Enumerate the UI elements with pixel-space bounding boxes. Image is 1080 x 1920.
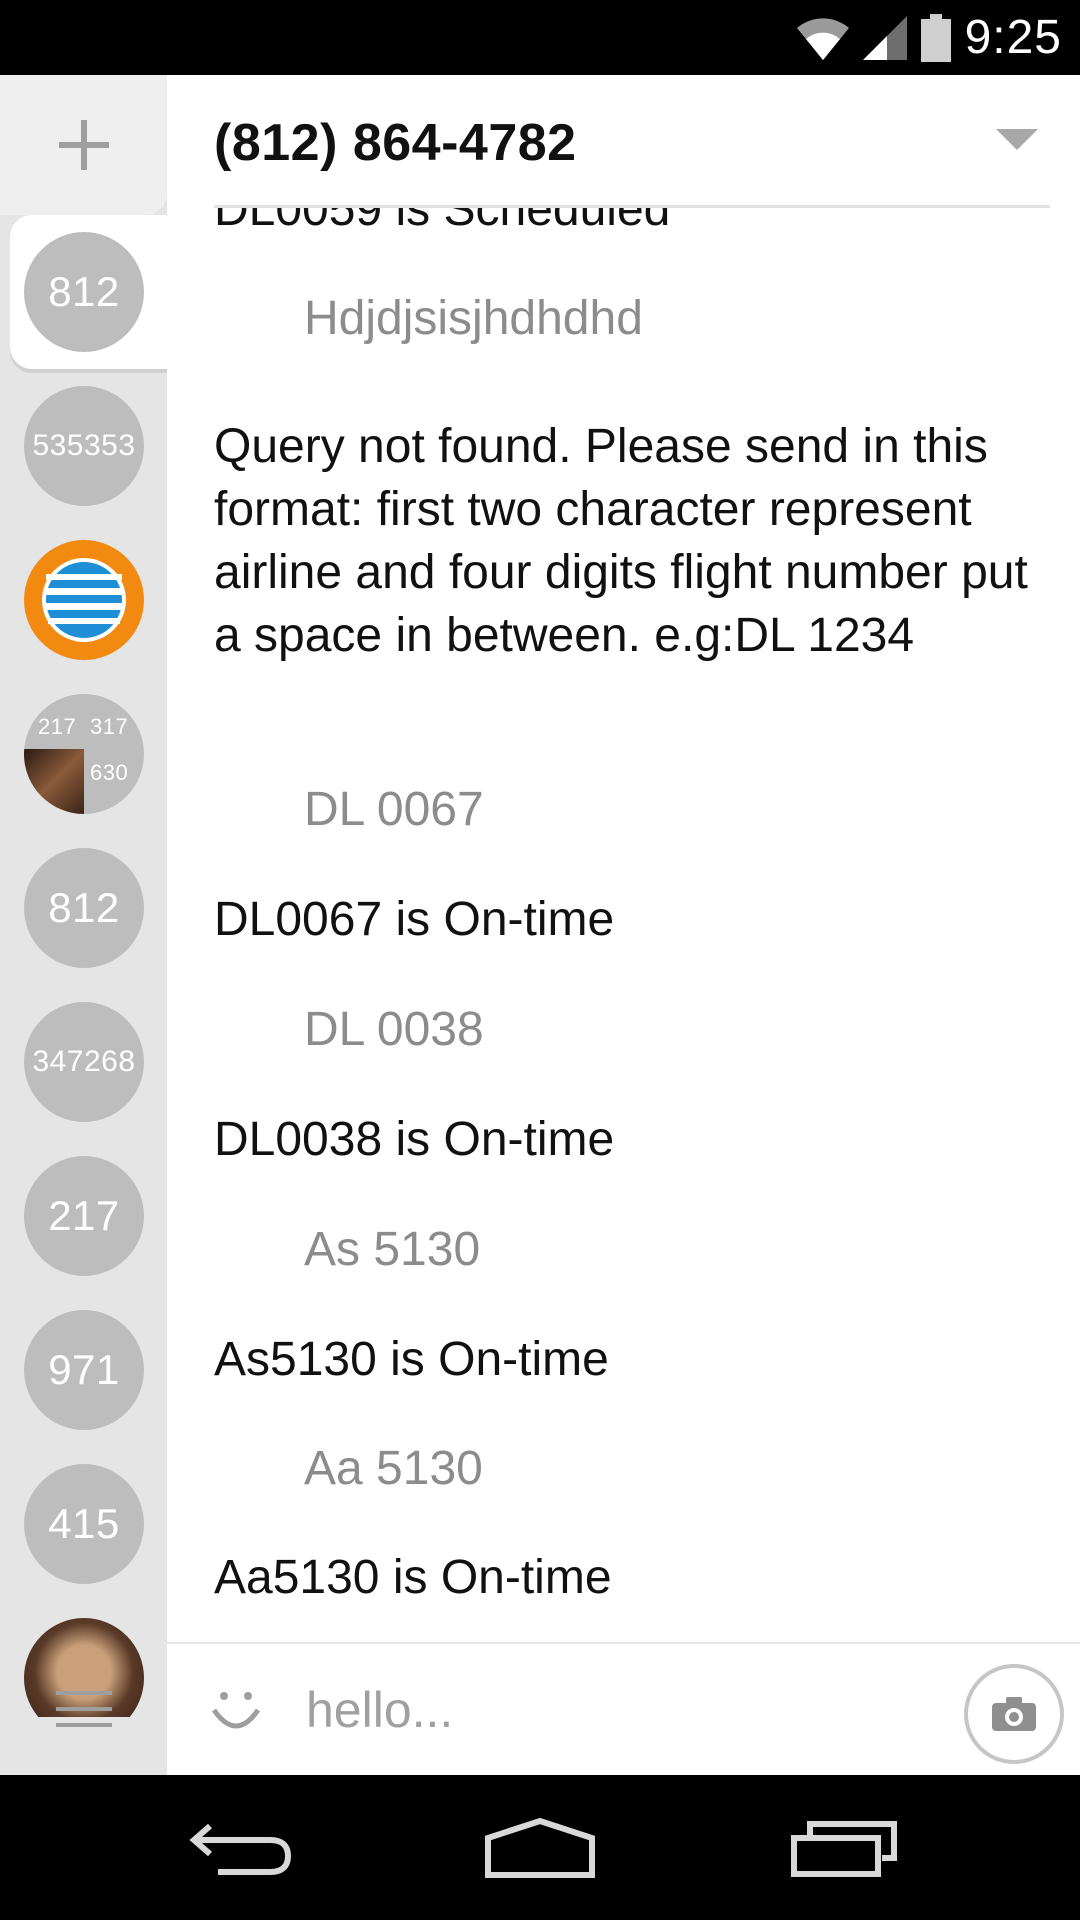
emoji-button[interactable] <box>209 1686 263 1741</box>
navigation-bar <box>0 1775 1080 1920</box>
message-list: DL0059 is Scheduled Hdjdjsisjhdhdhd Quer… <box>167 208 1080 1642</box>
avatar: 217 <box>24 1156 144 1276</box>
message-incoming: As5130 is On-time <box>214 1333 609 1386</box>
group-member-label: 317 <box>90 714 129 739</box>
home-button[interactable] <box>470 1805 610 1890</box>
message-outgoing: DL 0067 <box>304 783 484 836</box>
avatar: 535353 <box>24 386 144 506</box>
group-avatar: 217 317 630 <box>24 694 144 814</box>
avatar: 415 <box>24 1464 144 1584</box>
recents-button[interactable] <box>775 1805 915 1890</box>
att-globe-icon <box>42 558 126 642</box>
camera-icon <box>992 1697 1036 1731</box>
triangle-down-icon[interactable] <box>996 129 1038 150</box>
avatar: 347268 <box>24 1002 144 1122</box>
conversation-item[interactable]: 971 <box>10 1293 167 1447</box>
conversation-item[interactable]: 347268 <box>10 985 167 1139</box>
photo-thumbnail <box>24 749 84 814</box>
conversation-list: 812 535353 217 317 630 812 347268 217 97… <box>0 215 167 1717</box>
status-time: 9:25 <box>964 11 1062 64</box>
status-icons: 9:25 <box>796 0 1062 75</box>
group-member-label: 630 <box>90 760 129 785</box>
message-incoming: DL0059 is Scheduled <box>214 208 671 236</box>
new-conversation-button[interactable] <box>0 75 167 215</box>
wifi-icon <box>796 17 849 60</box>
message-incoming: Aa5130 is On-time <box>214 1551 612 1604</box>
message-outgoing: As 5130 <box>304 1223 481 1276</box>
conversation-item[interactable] <box>10 523 167 677</box>
camera-button[interactable] <box>964 1664 1064 1764</box>
conversation-item[interactable]: 812 <box>10 215 167 369</box>
home-icon <box>485 1817 595 1878</box>
hamburger-icon <box>55 1690 112 1727</box>
conversation-title: (812) 864-4782 <box>214 114 577 172</box>
message-incoming: DL0067 is On-time <box>214 893 615 946</box>
menu-button[interactable] <box>0 1642 167 1775</box>
compose-bar <box>167 1642 1080 1777</box>
conversation-item[interactable]: 812 <box>10 831 167 985</box>
plus-icon <box>58 120 109 170</box>
conversation-item[interactable]: 217 317 630 <box>10 677 167 831</box>
message-incoming: DL0038 is On-time <box>214 1113 615 1166</box>
message-outgoing: Aa 5130 <box>304 1442 483 1495</box>
signal-icon <box>862 15 907 60</box>
message-input[interactable] <box>304 1674 868 1746</box>
status-bar: 9:25 <box>0 0 1080 75</box>
recents-icon <box>791 1820 897 1877</box>
conversation-item[interactable]: 535353 <box>10 369 167 523</box>
conversation-header: (812) 864-4782 <box>167 75 1080 208</box>
smiley-icon <box>211 1692 261 1729</box>
conversation-sidebar: 812 535353 217 317 630 812 347268 217 97… <box>0 75 167 1775</box>
conversation-item[interactable]: 415 <box>10 1447 167 1601</box>
avatar: 971 <box>24 1310 144 1430</box>
battery-icon <box>920 13 951 62</box>
avatar: 812 <box>24 232 144 352</box>
group-member-label: 217 <box>38 714 77 739</box>
back-icon <box>189 1823 292 1875</box>
conversation-item[interactable]: 217 <box>10 1139 167 1293</box>
message-outgoing: Hdjdjsisjhdhdhd <box>304 292 643 345</box>
message-incoming: Query not found. Please send in this for… <box>214 420 1042 662</box>
message-outgoing: DL 0038 <box>304 1003 484 1056</box>
avatar: 812 <box>24 848 144 968</box>
back-button[interactable] <box>170 1805 310 1890</box>
att-logo-avatar <box>24 540 144 660</box>
